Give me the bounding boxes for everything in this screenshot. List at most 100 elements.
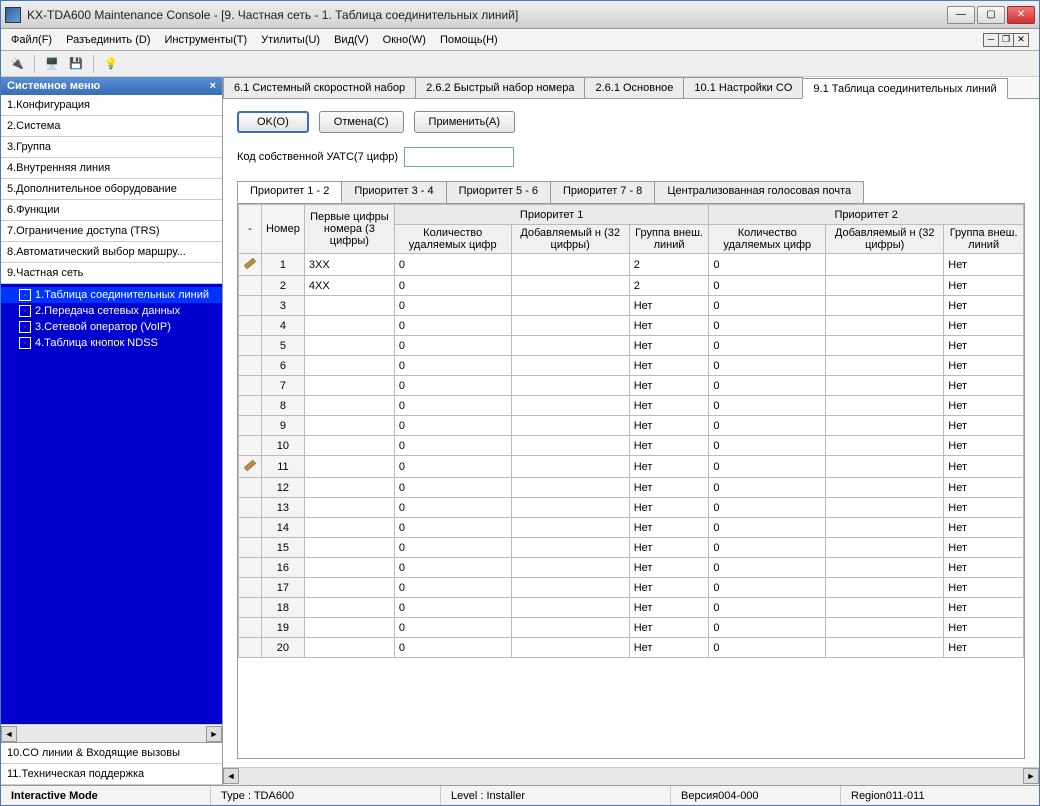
cell-p2-del[interactable]: 0 (709, 558, 826, 578)
cell-p2-grp[interactable]: Нет (944, 276, 1024, 296)
sidebar-item[interactable]: 11.Техническая поддержка (1, 764, 222, 785)
sidebar-item[interactable]: 4.Внутренняя линия (1, 158, 222, 179)
edit-cell[interactable] (239, 618, 262, 638)
sidebar-close-icon[interactable]: × (210, 80, 216, 92)
cell-p1-del[interactable]: 0 (394, 254, 511, 276)
cell-p2-del[interactable]: 0 (709, 578, 826, 598)
cell-p2-add[interactable] (826, 436, 944, 456)
cell-p2-del[interactable]: 0 (709, 456, 826, 478)
cell-p2-del[interactable]: 0 (709, 436, 826, 456)
menu-file[interactable]: Файл(F) (11, 34, 52, 46)
sidebar-item[interactable]: 9.Частная сеть (1, 263, 222, 284)
cell-p2-grp[interactable]: Нет (944, 518, 1024, 538)
cell-p2-grp[interactable]: Нет (944, 336, 1024, 356)
cell-p2-add[interactable] (826, 416, 944, 436)
scroll-right-icon[interactable]: ► (206, 726, 222, 742)
cell-p1-del[interactable]: 0 (394, 276, 511, 296)
edit-cell[interactable] (239, 296, 262, 316)
cell-p1-add[interactable] (511, 538, 629, 558)
cell-p2-del[interactable]: 0 (709, 416, 826, 436)
cell-p1-add[interactable] (511, 558, 629, 578)
edit-cell[interactable] (239, 498, 262, 518)
cell-p1-grp[interactable]: Нет (629, 618, 709, 638)
sidebar-sub-item[interactable]: ∙4.Таблица кнопок NDSS (1, 335, 222, 351)
cell-p2-del[interactable]: 0 (709, 618, 826, 638)
cell-p1-del[interactable]: 0 (394, 456, 511, 478)
cell-p2-add[interactable] (826, 456, 944, 478)
cell-p1-del[interactable]: 0 (394, 436, 511, 456)
cell-p2-grp[interactable]: Нет (944, 316, 1024, 336)
cell-first[interactable] (304, 618, 394, 638)
cell-p1-del[interactable]: 0 (394, 558, 511, 578)
cell-first[interactable] (304, 296, 394, 316)
cell-first[interactable]: 4XX (304, 276, 394, 296)
mdi-minimize[interactable]: － (983, 33, 999, 47)
edit-cell[interactable] (239, 336, 262, 356)
cell-p1-del[interactable]: 0 (394, 578, 511, 598)
cell-p2-del[interactable]: 0 (709, 396, 826, 416)
scroll-left-icon[interactable]: ◄ (1, 726, 17, 742)
cell-p2-del[interactable]: 0 (709, 276, 826, 296)
top-tab[interactable]: 2.6.1 Основное (584, 77, 684, 98)
edit-cell[interactable] (239, 478, 262, 498)
sidebar-sub-item[interactable]: ∙2.Передача сетевых данных (1, 303, 222, 319)
cell-p1-add[interactable] (511, 254, 629, 276)
cell-p2-grp[interactable]: Нет (944, 456, 1024, 478)
maximize-button[interactable]: ▢ (977, 6, 1005, 24)
cell-first[interactable] (304, 578, 394, 598)
cell-p1-del[interactable]: 0 (394, 336, 511, 356)
cell-first[interactable] (304, 376, 394, 396)
cell-p2-add[interactable] (826, 396, 944, 416)
edit-cell[interactable] (239, 276, 262, 296)
cell-p2-grp[interactable]: Нет (944, 578, 1024, 598)
priority-tab[interactable]: Централизованная голосовая почта (654, 181, 864, 203)
cell-p2-grp[interactable]: Нет (944, 618, 1024, 638)
cell-p1-del[interactable]: 0 (394, 356, 511, 376)
cell-p2-grp[interactable]: Нет (944, 498, 1024, 518)
cell-p2-add[interactable] (826, 296, 944, 316)
menu-window[interactable]: Окно(W) (383, 34, 426, 46)
cell-p2-grp[interactable]: Нет (944, 436, 1024, 456)
cell-p2-del[interactable]: 0 (709, 478, 826, 498)
cell-p1-grp[interactable]: 2 (629, 254, 709, 276)
cell-p2-del[interactable]: 0 (709, 316, 826, 336)
cell-first[interactable] (304, 518, 394, 538)
cell-p1-del[interactable]: 0 (394, 518, 511, 538)
cell-p1-add[interactable] (511, 276, 629, 296)
top-tab[interactable]: 6.1 Системный скоростной набор (223, 77, 416, 98)
sidebar-item[interactable]: 10.CO линии & Входящие вызовы (1, 743, 222, 764)
tool-connect-icon[interactable]: 🔌 (7, 54, 27, 74)
cell-p1-grp[interactable]: Нет (629, 558, 709, 578)
priority-tab[interactable]: Приоритет 1 - 2 (237, 181, 342, 203)
cell-first[interactable] (304, 356, 394, 376)
cell-p1-add[interactable] (511, 498, 629, 518)
cell-p2-del[interactable]: 0 (709, 376, 826, 396)
cell-p2-del[interactable]: 0 (709, 638, 826, 658)
cell-p1-del[interactable]: 0 (394, 416, 511, 436)
cell-p2-grp[interactable]: Нет (944, 376, 1024, 396)
cell-p1-del[interactable]: 0 (394, 396, 511, 416)
sidebar-item[interactable]: 3.Группа (1, 137, 222, 158)
cell-first[interactable] (304, 316, 394, 336)
cell-p2-add[interactable] (826, 356, 944, 376)
cell-first[interactable] (304, 396, 394, 416)
minimize-button[interactable]: — (947, 6, 975, 24)
close-button[interactable]: ✕ (1007, 6, 1035, 24)
cell-p1-add[interactable] (511, 598, 629, 618)
cell-p2-add[interactable] (826, 376, 944, 396)
cell-p1-del[interactable]: 0 (394, 316, 511, 336)
cell-p1-add[interactable] (511, 456, 629, 478)
edit-cell[interactable] (239, 356, 262, 376)
table-scroll[interactable]: - Номер Первые цифры номера (3 цифры) Пр… (238, 204, 1024, 758)
cell-p2-grp[interactable]: Нет (944, 416, 1024, 436)
edit-cell[interactable] (239, 558, 262, 578)
cell-p1-grp[interactable]: Нет (629, 396, 709, 416)
cell-p2-grp[interactable]: Нет (944, 598, 1024, 618)
menu-disconnect[interactable]: Разъединить (D) (66, 34, 150, 46)
cell-p1-grp[interactable]: Нет (629, 498, 709, 518)
cell-p2-add[interactable] (826, 254, 944, 276)
cell-p1-grp[interactable]: Нет (629, 376, 709, 396)
cell-p1-grp[interactable]: Нет (629, 296, 709, 316)
menu-utilities[interactable]: Утилиты(U) (261, 34, 320, 46)
edit-cell[interactable] (239, 396, 262, 416)
